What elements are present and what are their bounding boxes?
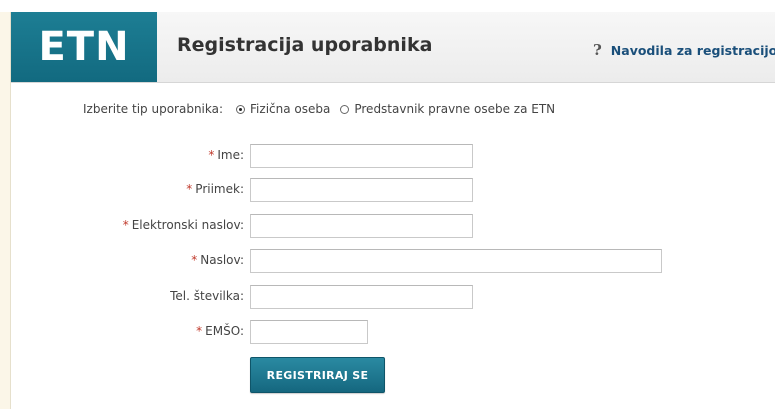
phone-label: Tel. številka: [170,289,244,303]
required-marker: * [186,182,193,196]
first-name-label-text: Ime: [217,148,244,162]
emso-label: * EMŠO: [196,324,244,338]
field-row-phone: Tel. številka: [0,285,775,309]
logo-text: ETN [38,24,130,70]
email-label: * Elektronski naslov: [123,218,244,232]
radio-legal-representative[interactable] [340,104,350,114]
radio-option-natural-person[interactable]: Fizična oseba [236,102,330,116]
emso-input[interactable] [250,320,368,344]
address-input[interactable] [250,249,662,273]
help-link-text[interactable]: Navodila za registracijo [611,43,775,58]
field-row-email: * Elektronski naslov: [0,214,775,238]
first-name-input[interactable] [250,144,473,168]
registration-page: ETN Registracija uporabnika ? Navodila z… [0,0,775,409]
register-button[interactable]: REGISTRIRAJ SE [250,357,385,393]
user-type-selector: Izberite tip uporabnika: Fizična oseba P… [83,102,555,116]
email-input[interactable] [250,214,473,238]
radio-natural-person-label: Fizična oseba [250,102,331,116]
required-marker: * [191,253,198,267]
field-row-first-name: * Ime: [0,144,775,168]
phone-input[interactable] [250,285,473,309]
required-marker: * [196,324,203,338]
last-name-label-text: Priimek: [195,182,244,196]
page-title: Registracija uporabnika [177,34,433,56]
etn-logo[interactable]: ETN [11,12,157,82]
emso-label-text: EMŠO: [205,324,244,338]
help-link[interactable]: ? Navodila za registracijo [593,41,775,59]
required-marker: * [122,218,129,232]
last-name-label: * Priimek: [186,182,244,196]
address-label-text: Naslov: [200,253,244,267]
address-label: * Naslov: [191,253,244,267]
last-name-input[interactable] [250,178,473,202]
radio-option-legal-representative[interactable]: Predstavnik pravne osebe za ETN [340,102,555,116]
email-label-text: Elektronski naslov: [131,218,244,232]
required-marker: * [208,148,215,162]
field-row-last-name: * Priimek: [0,178,775,202]
question-mark-icon: ? [593,41,602,59]
field-row-emso: * EMŠO: [0,320,775,344]
radio-natural-person[interactable] [236,104,246,114]
field-row-address: * Naslov: [0,249,775,273]
first-name-label: * Ime: [208,148,244,162]
user-type-label: Izberite tip uporabnika: [83,102,224,116]
left-edge-panel [0,12,10,409]
top-margin [0,0,775,12]
radio-legal-representative-label: Predstavnik pravne osebe za ETN [354,102,556,116]
page-header: ETN Registracija uporabnika ? Navodila z… [11,12,775,83]
